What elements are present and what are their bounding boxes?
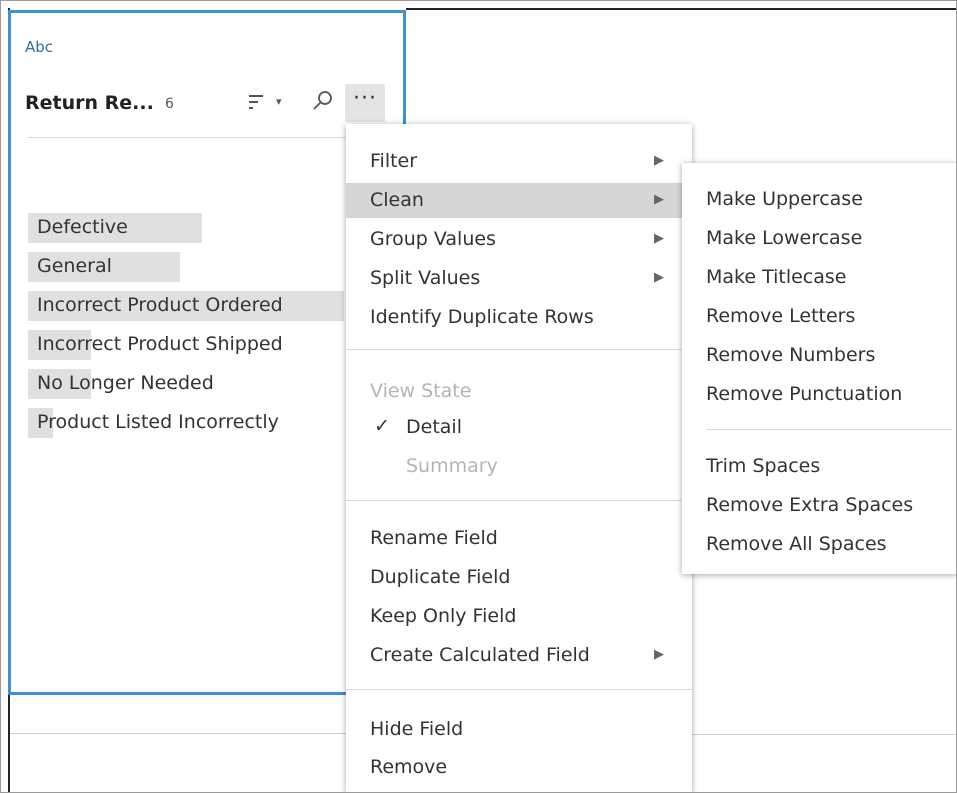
menu-item-clean[interactable]: Clean ▶ <box>346 183 692 218</box>
submenu-item-label: Make Uppercase <box>706 188 863 210</box>
submenu-item-label: Remove Letters <box>706 305 856 327</box>
caret-right-icon: ▶ <box>654 231 664 246</box>
menu-item-label: Remove <box>370 756 448 778</box>
submenu-item-make-titlecase[interactable]: Make Titlecase <box>682 260 957 295</box>
menu-separator <box>346 689 692 690</box>
menu-item-label: Filter <box>370 150 418 172</box>
clean-submenu: Make Uppercase Make Lowercase Make Titleca… <box>682 163 957 574</box>
submenu-item-label: Remove Extra Spaces <box>706 494 914 516</box>
submenu-item-label: Trim Spaces <box>706 455 821 477</box>
submenu-item-make-uppercase[interactable]: Make Uppercase <box>682 182 957 217</box>
menu-separator <box>346 500 692 501</box>
menu-item-create-calculated-field[interactable]: Create Calculated Field ▶ <box>346 638 692 673</box>
menu-item-label: Rename Field <box>370 527 498 549</box>
submenu-item-trim-spaces[interactable]: Trim Spaces <box>682 449 957 484</box>
menu-item-label: Duplicate Field <box>370 566 511 588</box>
top-border-line <box>406 8 957 10</box>
search-icon[interactable] <box>311 89 335 113</box>
menu-item-label: Clean <box>370 189 424 211</box>
menu-item-summary[interactable]: Summary <box>346 449 692 484</box>
sort-icon[interactable] <box>247 92 267 112</box>
value-label: Defective <box>37 216 128 238</box>
more-options-icon: ··· <box>353 86 377 111</box>
menu-item-identify-duplicate-rows[interactable]: Identify Duplicate Rows <box>346 300 692 335</box>
menu-item-label: Detail <box>406 416 462 438</box>
value-label: Product Listed Incorrectly <box>37 411 279 433</box>
submenu-item-label: Remove Punctuation <box>706 383 903 405</box>
submenu-item-remove-punctuation[interactable]: Remove Punctuation <box>682 377 957 412</box>
submenu-item-remove-letters[interactable]: Remove Letters <box>682 299 957 334</box>
caret-down-icon[interactable]: ▾ <box>276 95 282 108</box>
caret-right-icon: ▶ <box>654 153 664 168</box>
submenu-item-label: Make Titlecase <box>706 266 847 288</box>
field-context-menu: Filter ▶ Clean ▶ Group Values ▶ Split Values ▶ I… <box>346 124 692 793</box>
submenu-item-label: Remove All Spaces <box>706 533 887 555</box>
menu-item-split-values[interactable]: Split Values ▶ <box>346 261 692 296</box>
submenu-item-remove-numbers[interactable]: Remove Numbers <box>682 338 957 373</box>
menu-item-detail[interactable]: ✓ Detail <box>346 410 692 445</box>
submenu-item-make-lowercase[interactable]: Make Lowercase <box>682 221 957 256</box>
menu-item-duplicate-field[interactable]: Duplicate Field <box>346 560 692 595</box>
menu-item-group-values[interactable]: Group Values ▶ <box>346 222 692 257</box>
caret-right-icon: ▶ <box>654 192 664 207</box>
submenu-item-remove-extra-spaces[interactable]: Remove Extra Spaces <box>682 488 957 523</box>
submenu-item-label: Remove Numbers <box>706 344 876 366</box>
submenu-item-remove-all-spaces[interactable]: Remove All Spaces <box>682 527 957 562</box>
check-icon: ✓ <box>374 415 390 437</box>
value-label: Incorrect Product Ordered <box>37 294 283 316</box>
menu-item-remove[interactable]: Remove <box>346 750 692 785</box>
value-label: General <box>37 255 112 277</box>
menu-item-label: Hide Field <box>370 718 464 740</box>
menu-item-label: Summary <box>406 455 498 477</box>
field-name[interactable]: Return Re... <box>25 92 154 114</box>
view-state-label: View State <box>370 380 472 402</box>
menu-item-label: Group Values <box>370 228 496 250</box>
value-label: No Longer Needed <box>37 372 214 394</box>
menu-item-rename-field[interactable]: Rename Field <box>346 521 692 556</box>
menu-header-view-state: View State <box>346 374 692 409</box>
menu-item-keep-only-field[interactable]: Keep Only Field <box>346 599 692 634</box>
value-label: Incorrect Product Shipped <box>37 333 283 355</box>
caret-right-icon: ▶ <box>654 647 664 662</box>
menu-item-filter[interactable]: Filter ▶ <box>346 144 692 179</box>
menu-item-label: Identify Duplicate Rows <box>370 306 594 328</box>
field-value-count: 6 <box>165 96 174 112</box>
menu-item-label: Create Calculated Field <box>370 644 590 666</box>
menu-item-label: Keep Only Field <box>370 605 517 627</box>
caret-right-icon: ▶ <box>654 270 664 285</box>
menu-item-hide-field[interactable]: Hide Field <box>346 712 692 747</box>
data-type-label[interactable]: Abc <box>25 38 53 56</box>
more-options-button[interactable]: ··· <box>345 84 385 122</box>
submenu-separator <box>706 429 952 430</box>
menu-separator <box>346 349 692 350</box>
menu-item-label: Split Values <box>370 267 481 289</box>
submenu-item-label: Make Lowercase <box>706 227 863 249</box>
